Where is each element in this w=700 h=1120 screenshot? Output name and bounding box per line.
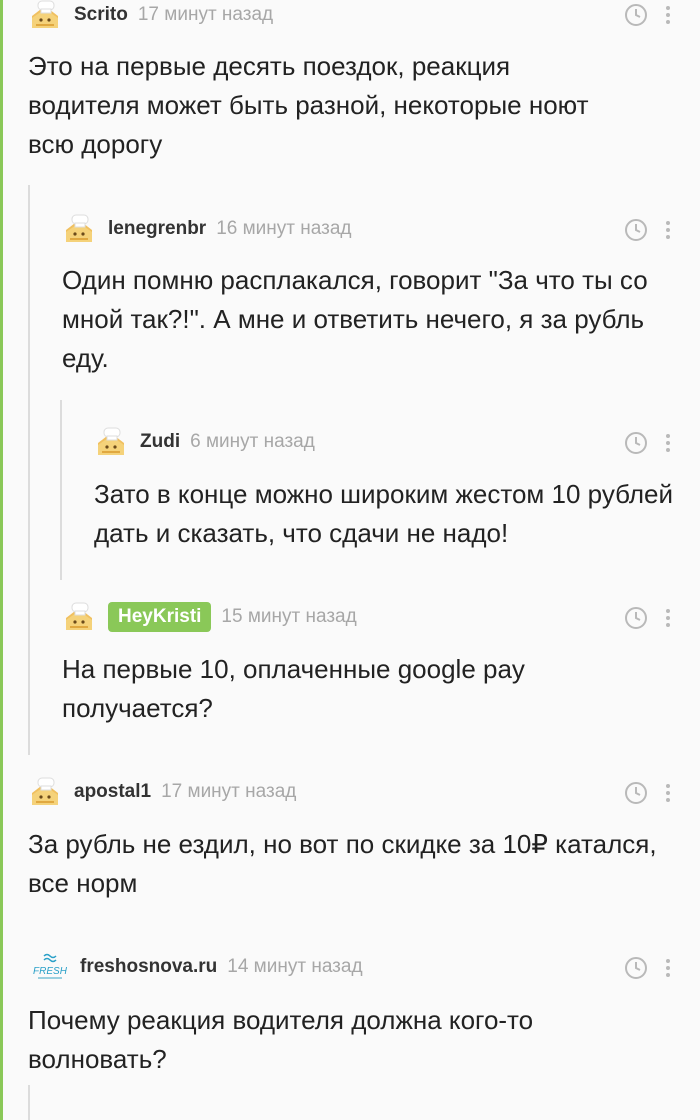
comment-text: Зато в конце можно широким жестом 10 руб… [94, 479, 673, 548]
comment-time: 17 минут назад [161, 781, 297, 802]
comment-time: 17 минут назад [137, 4, 274, 25]
comment-time: 6 минут назад [190, 431, 315, 452]
clock-icon[interactable] [624, 431, 648, 455]
thread-line [28, 1085, 30, 1120]
comment-time: 15 минут назад [221, 606, 357, 627]
kebab-menu-icon[interactable] [664, 956, 672, 980]
comment-text: На первые 10, оплаченные google pay полу… [62, 654, 525, 723]
username[interactable]: Scrito [74, 4, 128, 26]
clock-icon[interactable] [624, 606, 648, 630]
username-badge[interactable]: HeyKristi [108, 602, 212, 632]
default-avatar-icon[interactable] [28, 0, 62, 32]
fresh-logo-text: FRESH [33, 966, 68, 977]
username[interactable]: Zudi [140, 431, 180, 453]
username[interactable]: freshosnova.ru [80, 956, 217, 978]
comment-header: FRESH freshosnova.ru 14 минут назад [28, 947, 363, 987]
comment-text: Это на первые десять поездок, реакция во… [28, 51, 589, 159]
comment-header: lenegrenbr 16 минут назад [62, 209, 351, 249]
comment-header: Scrito 17 минут назад [28, 0, 273, 35]
thread-line [0, 0, 3, 1120]
username[interactable]: lenegrenbr [108, 218, 206, 240]
comment-header: Zudi 6 минут назад [94, 422, 315, 462]
comment-time: 16 минут назад [216, 218, 352, 239]
clock-icon[interactable] [624, 956, 648, 980]
comment-text: Почему реакция водителя должна кого-то в… [28, 1005, 534, 1074]
fresh-logo-avatar[interactable]: FRESH [28, 950, 72, 984]
clock-icon[interactable] [624, 781, 648, 805]
kebab-menu-icon[interactable] [664, 431, 672, 455]
clock-icon[interactable] [624, 3, 648, 27]
thread-line [28, 185, 30, 755]
kebab-menu-icon[interactable] [664, 3, 672, 27]
kebab-menu-icon[interactable] [664, 781, 672, 805]
comment-text: За рубль не ездил, но вот по скидке за 1… [28, 829, 657, 898]
clock-icon[interactable] [624, 218, 648, 242]
comment-text: Один помню расплакался, говорит "За что … [62, 265, 648, 373]
username[interactable]: apostal1 [74, 781, 151, 803]
comment-time: 14 минут назад [227, 956, 363, 977]
comment-header: HeyKristi 15 минут назад [62, 597, 357, 637]
default-avatar-icon[interactable] [62, 212, 96, 246]
default-avatar-icon[interactable] [28, 775, 62, 809]
default-avatar-icon[interactable] [62, 600, 96, 634]
comment-header: apostal1 17 минут назад [28, 772, 296, 812]
kebab-menu-icon[interactable] [664, 606, 672, 630]
kebab-menu-icon[interactable] [664, 218, 672, 242]
default-avatar-icon[interactable] [94, 425, 128, 459]
thread-line [60, 400, 62, 580]
